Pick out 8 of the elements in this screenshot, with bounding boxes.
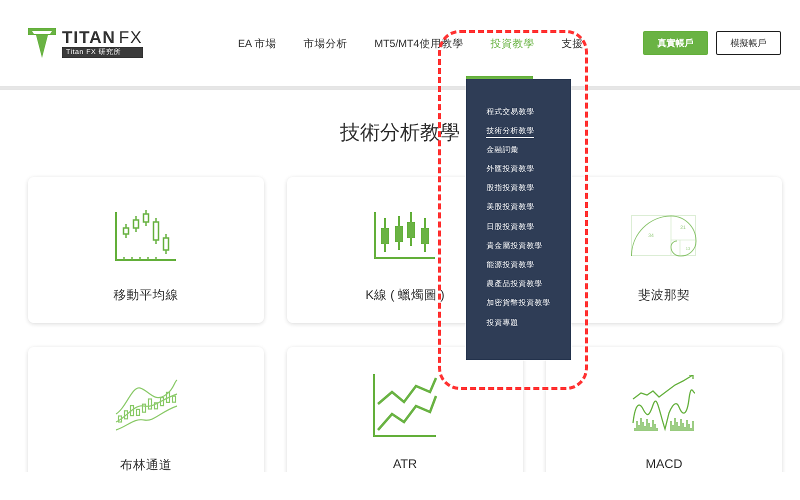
- card-title: 布林通道: [120, 457, 172, 472]
- card-title: 斐波那契: [638, 287, 690, 304]
- card-title: 移動平均線: [114, 287, 178, 304]
- card-title: ATR: [392, 457, 418, 471]
- logo-text: TITAN FX: [62, 28, 143, 46]
- page-title: 技術分析教學: [340, 121, 460, 146]
- card-title: MACD: [646, 457, 682, 471]
- card-title: K線 ( 蠟燭圖 ): [365, 287, 445, 304]
